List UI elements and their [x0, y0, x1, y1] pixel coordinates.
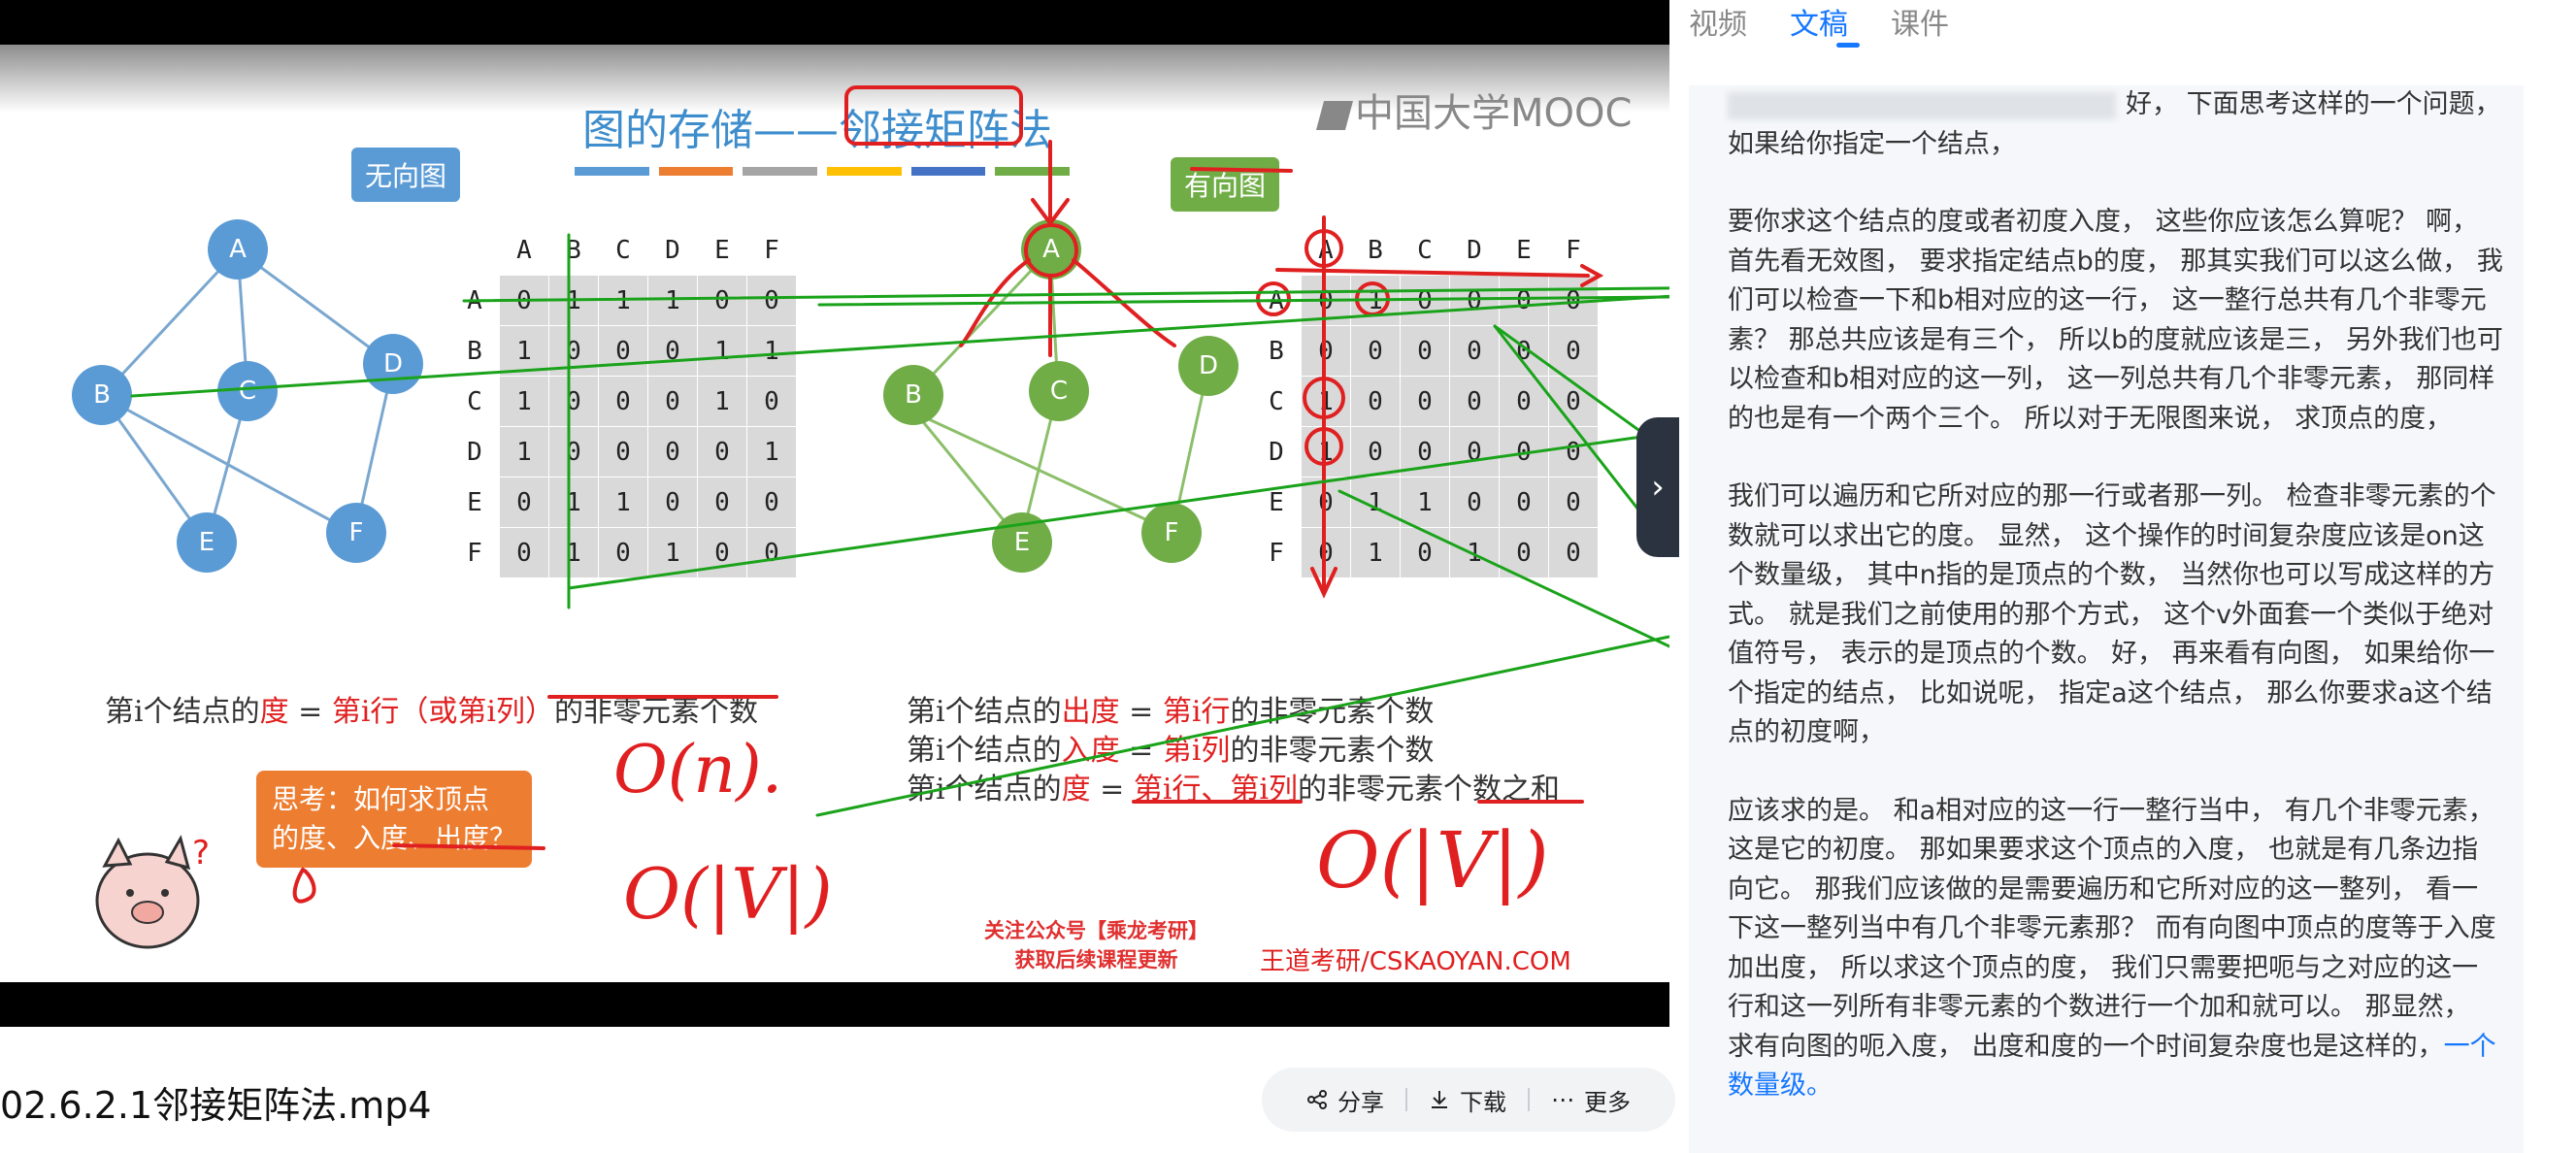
- tab-courseware[interactable]: 课件: [1891, 8, 1949, 42]
- more-icon: ⋯: [1551, 1086, 1574, 1113]
- ink-annotations: O(n). O(|V|) O(|V|): [130, 85, 1669, 935]
- collapse-panel-button[interactable]: ›: [1636, 417, 1679, 557]
- blurred-text: [1728, 91, 2116, 119]
- download-button[interactable]: 下载: [1407, 1083, 1528, 1117]
- transcript-sentence: 应该求的是。 和a相对应的这一行一整行当中， 有几个非零元素， 这是它的初度。 …: [1728, 795, 2496, 1062]
- handwriting-o-n: O(n).: [613, 732, 782, 808]
- video-filename: 02.6.2.1邻接矩阵法.mp4: [0, 1084, 432, 1127]
- active-tab-indicator: [1836, 43, 1860, 48]
- side-panel-tabs: 视频 文稿 课件: [1689, 0, 1992, 42]
- share-icon: [1307, 1090, 1327, 1109]
- transcript-paragraph-3: 我们可以遍历和它所对应的那一行或者那一列。 检查非零元素的个数就可以求出它的度。…: [1728, 481, 2496, 747]
- transcript-paragraph-4: 应该求的是。 和a相对应的这一行一整行当中， 有几个非零元素， 这是它的初度。 …: [1728, 792, 2504, 1106]
- chevron-right-icon: ›: [1651, 468, 1665, 507]
- video-player[interactable]: 图的存储——邻接矩阵法 中国大学MOOC 无向图 有向图 A B C D E F…: [0, 0, 1669, 1027]
- handwriting-o-v-2: O(|V|): [1316, 815, 1549, 906]
- lecture-slide: 图的存储——邻接矩阵法 中国大学MOOC 无向图 有向图 A B C D E F…: [0, 45, 1669, 982]
- transcript-paragraph-2: 要你求这个结点的度或者初度入度， 这些你应该怎么算呢？ 啊， 首先看无效图， 要…: [1728, 207, 2503, 434]
- tab-video[interactable]: 视频: [1689, 8, 1747, 42]
- download-icon: [1432, 1091, 1447, 1108]
- share-label: 分享: [1338, 1088, 1384, 1116]
- handwriting-o-v-1: O(|V|): [623, 853, 833, 935]
- download-label: 下载: [1460, 1088, 1506, 1116]
- tab-transcript[interactable]: 文稿: [1790, 8, 1848, 42]
- transcript-paragraph-1: 好， 下面思考这样的一个问题， 如果给你指定一个结点，: [1728, 85, 2504, 164]
- more-label: 更多: [1584, 1088, 1631, 1116]
- more-button[interactable]: ⋯ 更多: [1530, 1083, 1652, 1117]
- video-actions-bar: 分享 下载 ⋯ 更多: [1262, 1068, 1675, 1132]
- transcript-text[interactable]: 好， 下面思考这样的一个问题， 如果给你指定一个结点， 要你求这个结点的度或者初…: [1728, 85, 2504, 1145]
- share-button[interactable]: 分享: [1285, 1083, 1405, 1117]
